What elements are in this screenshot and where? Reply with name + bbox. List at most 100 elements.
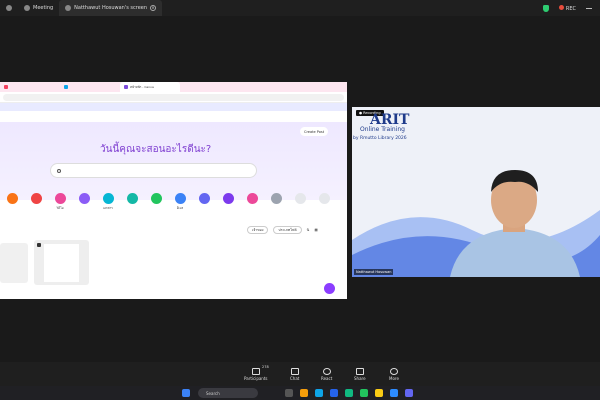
category-icon [126, 193, 138, 204]
taskbar-search[interactable]: Search [198, 388, 258, 398]
category-item[interactable] [288, 193, 312, 211]
canva-icon [124, 85, 128, 89]
react-icon [322, 367, 331, 375]
category-item[interactable]: อีเมล [168, 193, 192, 211]
taskbar-search-label: Search [206, 390, 220, 396]
category-item[interactable] [120, 193, 144, 211]
category-icon [30, 193, 42, 204]
file-type-filter[interactable]: ประเภทไฟล์ [273, 226, 302, 234]
category-icon [246, 193, 258, 204]
design-card[interactable] [0, 243, 28, 283]
chat-button[interactable]: Chat [290, 367, 300, 381]
category-item[interactable] [240, 193, 264, 211]
zoom-tab-screen[interactable]: Natthawut Hosuwan's screen × [59, 0, 163, 16]
chat-icon [290, 367, 299, 375]
record-dot-icon [558, 4, 564, 10]
category-label: เอกสาร [103, 206, 113, 210]
browser-tab-active[interactable]: หน้าหลัก - Canva [120, 82, 180, 92]
zoom-tab-0[interactable] [0, 0, 18, 16]
owner-filter[interactable]: เจ้าของ [247, 226, 269, 234]
toolbar-label: React [321, 375, 333, 381]
zoom-tab-meeting[interactable]: Meeting [18, 0, 59, 16]
zoom-tab-label: Meeting [33, 5, 54, 11]
category-icon [102, 193, 114, 204]
category-icon [150, 193, 162, 204]
zoom-tab-label: Natthawut Hosuwan's screen [74, 5, 148, 11]
start-icon[interactable] [182, 389, 190, 397]
category-item[interactable]: เอกสาร [96, 193, 120, 211]
shield-icon[interactable] [542, 4, 549, 12]
create-post-button[interactable]: Create Post [300, 127, 329, 136]
speaker-figure [450, 170, 580, 277]
category-item[interactable] [192, 193, 216, 211]
category-icon [222, 193, 234, 204]
chrome-icon[interactable] [375, 389, 383, 397]
screen-icon [65, 5, 72, 11]
favicon-icon [4, 85, 8, 89]
sort-icon[interactable]: ⇅ [307, 228, 310, 232]
category-icon [174, 193, 186, 204]
participant-name: Natthawut Hosuwan [354, 269, 394, 275]
help-button[interactable] [324, 283, 335, 294]
tab-label: หน้าหลัก - Canva [130, 84, 154, 89]
card-badge [37, 243, 41, 247]
category-item[interactable] [0, 193, 24, 211]
design-card[interactable] [34, 240, 89, 285]
store-icon[interactable] [330, 389, 338, 397]
category-item[interactable] [216, 193, 240, 211]
search-icon [57, 168, 61, 173]
toolbar-label: Share [354, 375, 366, 381]
minimize-icon[interactable] [586, 7, 592, 9]
share-icon [355, 367, 364, 375]
category-icon [78, 193, 90, 204]
meeting-toolbar: Participants 278 Chat React Share More [0, 362, 600, 386]
meeting-icon [24, 5, 30, 11]
share-button[interactable]: Share [354, 367, 366, 381]
category-item[interactable] [264, 193, 288, 211]
react-button[interactable]: React [321, 367, 333, 381]
edge-icon[interactable] [315, 389, 323, 397]
browser-tab[interactable] [60, 82, 120, 92]
design-search-input[interactable] [50, 163, 257, 178]
line-icon[interactable] [360, 389, 368, 397]
browser-tab-strip: หน้าหลัก - Canva [0, 82, 347, 92]
promo-banner [0, 103, 347, 111]
toolbar-label: Participants [244, 375, 268, 381]
design-thumbnail [44, 244, 79, 282]
toolbar-label: Chat [290, 375, 300, 381]
category-label: วิดีโอ [56, 206, 64, 210]
favicon-icon [64, 85, 68, 89]
participants-button[interactable]: Participants [244, 367, 268, 381]
zoom-icon[interactable] [390, 389, 398, 397]
more-button[interactable]: More [389, 367, 399, 381]
app-icon [6, 5, 12, 11]
task-view-icon[interactable] [285, 389, 293, 397]
toolbar-label: More [389, 375, 399, 381]
category-icon [54, 193, 66, 204]
category-row: วิดีโอ เอกสาร อีเมล [0, 193, 347, 211]
category-icon [270, 193, 282, 204]
category-item[interactable] [144, 193, 168, 211]
url-bar[interactable] [3, 93, 344, 101]
category-item[interactable] [24, 193, 48, 211]
address-bar-row [0, 92, 347, 103]
excel-icon[interactable] [345, 389, 353, 397]
close-icon[interactable]: × [150, 5, 157, 11]
grid-view-icon[interactable]: ▦ [315, 228, 318, 232]
browser-tab[interactable] [0, 82, 60, 92]
app-icon[interactable] [405, 389, 413, 397]
category-icon [294, 193, 306, 204]
category-item[interactable] [312, 193, 336, 211]
participants-icon [251, 367, 260, 375]
training-title: Online Training [360, 126, 405, 133]
zoom-title-bar: Meeting Natthawut Hosuwan's screen × REC [0, 0, 600, 16]
canva-hero [0, 122, 347, 200]
more-icon [389, 367, 398, 375]
category-label: อีเมล [176, 206, 184, 210]
rec-indicator[interactable]: REC [558, 4, 576, 12]
filter-bar: เจ้าของ ประเภทไฟล์ ⇅ ▦ [247, 226, 318, 234]
file-explorer-icon[interactable] [300, 389, 308, 397]
category-item[interactable]: วิดีโอ [48, 193, 72, 211]
participant-count: 278 [262, 365, 269, 369]
category-item[interactable] [72, 193, 96, 211]
